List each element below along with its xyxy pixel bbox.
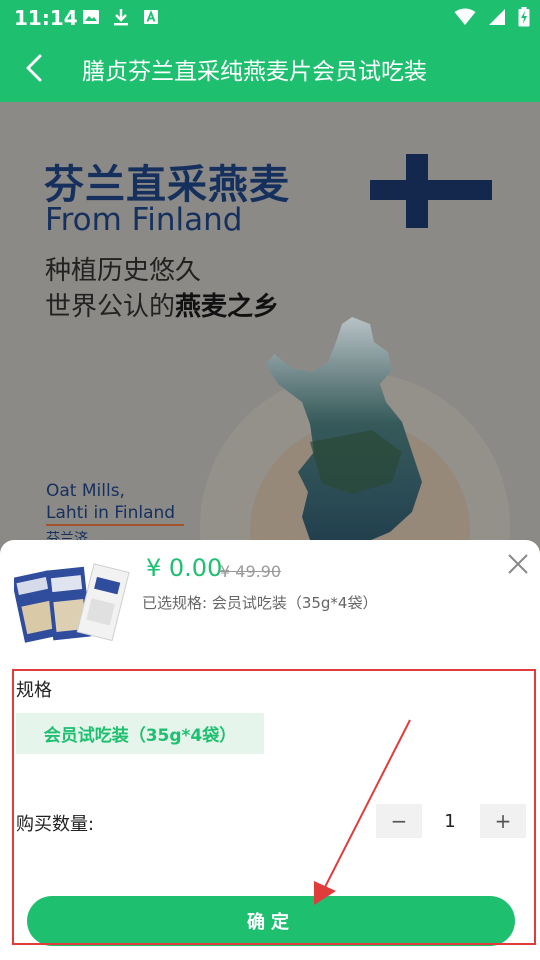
status-time: 11:14 <box>14 6 78 30</box>
banner-line-2-prefix: 世界公认的 <box>45 292 176 322</box>
quantity-value[interactable]: 1 <box>426 804 474 838</box>
spec-label: 规格 <box>16 680 52 701</box>
image-icon <box>82 8 100 26</box>
oat-note-line-2: Lahti in Finland <box>46 503 176 523</box>
quantity-decrease-button[interactable]: − <box>376 804 422 838</box>
finland-map-icon <box>266 317 422 552</box>
close-icon <box>507 553 529 579</box>
font-icon <box>142 8 160 26</box>
product-banner: 芬兰直采燕麦 From Finland 种植历史悠久 世界公认的燕麦之乡 Oat… <box>0 102 540 552</box>
spec-bottom-sheet: ¥ 0.00 ¥ 49.90 已选规格: 会员试吃装（35g*4袋） 规格 会员… <box>0 540 540 960</box>
oat-note-line-1: Oat Mills, <box>46 481 125 501</box>
app-bar: 膳贞芬兰直采纯燕麦片会员试吃装 <box>0 36 540 102</box>
banner-subtitle: From Finland <box>45 202 243 238</box>
wifi-icon <box>454 8 476 30</box>
selected-spec-text: 已选规格: 会员试吃装（35g*4袋） <box>142 594 378 612</box>
divider <box>46 524 184 526</box>
quantity-label: 购买数量: <box>16 814 95 835</box>
page-title: 膳贞芬兰直采纯燕麦片会员试吃装 <box>82 59 427 85</box>
chevron-left-icon <box>24 53 44 87</box>
system-icons <box>454 7 530 31</box>
banner-line-2: 世界公认的燕麦之乡 <box>45 286 279 323</box>
banner-line-1: 种植历史悠久 <box>45 256 202 286</box>
original-price: ¥ 49.90 <box>220 562 282 581</box>
battery-charging-icon <box>518 7 530 31</box>
spec-option[interactable]: 会员试吃装（35g*4袋） <box>16 713 264 754</box>
price: ¥ 0.00 <box>146 554 223 582</box>
status-bar: 11:14 <box>0 0 540 36</box>
close-button[interactable] <box>504 552 532 580</box>
download-icon <box>112 8 130 26</box>
oat-mills-note: Oat Mills, Lahti in Finland <box>46 480 175 524</box>
finland-flag-icon <box>370 154 492 228</box>
quantity-increase-button[interactable]: + <box>480 804 526 838</box>
product-thumbnail <box>14 563 130 643</box>
back-button[interactable] <box>12 48 56 92</box>
notification-icons <box>82 8 160 26</box>
signal-icon <box>488 8 506 30</box>
confirm-button[interactable]: 确定 <box>27 896 515 946</box>
